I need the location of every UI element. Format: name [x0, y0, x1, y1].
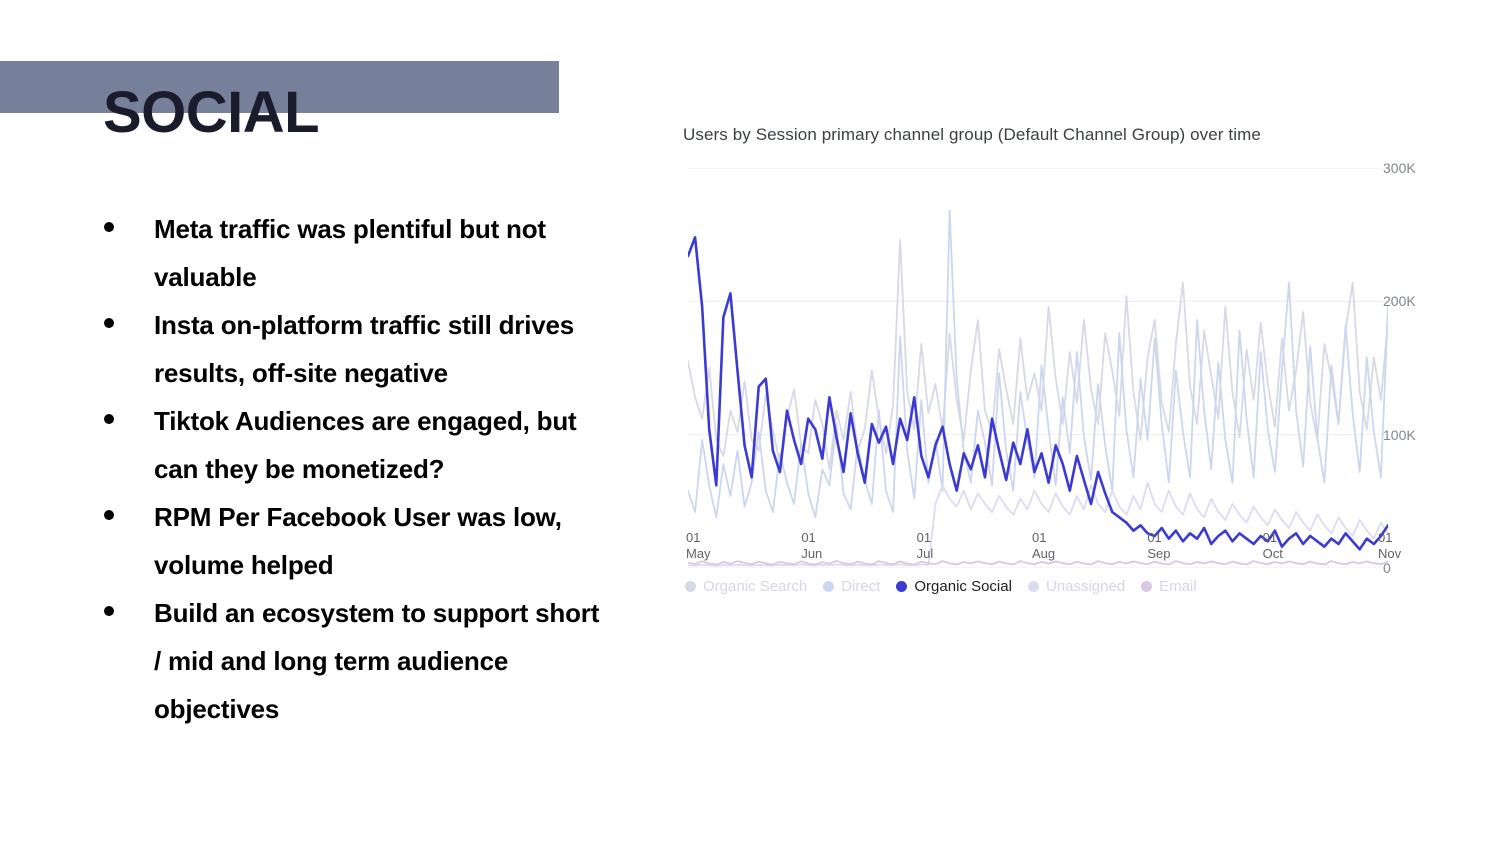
x-axis-tick-month: Jul [916, 546, 934, 561]
x-axis-tick-label: 01 Jul [917, 530, 934, 562]
bullet-list: Meta traffic was plentiful but not valua… [104, 205, 604, 733]
legend-label: Organic Social [914, 578, 1012, 595]
chart-plot-area [688, 168, 1388, 568]
x-axis-tick-day: 01 [916, 530, 932, 545]
x-axis-tick-day: 01 [686, 530, 701, 545]
bullet-dot-icon [104, 414, 114, 424]
legend-swatch-icon [823, 581, 835, 592]
x-axis-tick-label: 01 Sep [1147, 530, 1170, 562]
legend-item-unassigned[interactable]: Unassigned [1027, 578, 1126, 595]
x-axis-tick-month: Oct [1262, 546, 1283, 561]
chart-title: Users by Session primary channel group (… [683, 125, 1261, 144]
chart-x-axis: 01 May 01 Jun 01 Jul 01 Aug 01 Sep 01 Oct 01 Nov [686, 530, 1401, 576]
legend-item-email[interactable]: Email [1141, 578, 1197, 595]
x-axis-tick-day: 01 [1378, 530, 1393, 545]
x-axis-tick-month: Nov [1378, 546, 1402, 561]
bullet-dot-icon [104, 510, 114, 520]
bullet-text: Tiktok Audiences are engaged, but can th… [154, 406, 577, 484]
y-axis-tick-label: 100K [1383, 426, 1416, 443]
x-axis-tick-day: 01 [801, 530, 816, 545]
list-item: Tiktok Audiences are engaged, but can th… [104, 397, 604, 493]
list-item: Meta traffic was plentiful but not valua… [104, 205, 604, 301]
legend-item-organic-search[interactable]: Organic Search [685, 578, 807, 595]
page-title: SOCIAL [103, 80, 320, 145]
y-axis-tick-label: 200K [1383, 293, 1416, 310]
chart-series-layer [688, 209, 1388, 567]
x-axis-tick-month: Jun [801, 546, 823, 561]
x-axis-tick-label: 01 Oct [1263, 530, 1283, 562]
chart-y-axis: 0 100K 200K 300K [1375, 160, 1435, 576]
legend-label: Unassigned [1045, 578, 1126, 595]
bullet-dot-icon [104, 318, 114, 328]
x-axis-tick-day: 01 [1262, 530, 1278, 545]
bullet-text: RPM Per Facebook User was low, volume he… [154, 502, 562, 580]
slide-root: SOCIAL Meta traffic was plentiful but no… [0, 0, 1500, 844]
x-axis-tick-month: Aug [1032, 546, 1056, 561]
bullet-dot-icon [104, 222, 114, 232]
x-axis-tick-label: 01 Aug [1032, 530, 1055, 562]
legend-label: Direct [841, 578, 881, 595]
timeseries-chart-svg [688, 168, 1388, 568]
list-item: Build an ecosystem to support short / mi… [104, 589, 604, 733]
chart-panel: Users by Session primary channel group (… [675, 118, 1435, 608]
x-axis-tick-month: Sep [1147, 546, 1171, 561]
chart-legend: Organic Search Direct Organic Social Unassi… [685, 578, 1213, 595]
legend-swatch-icon [685, 581, 696, 592]
x-axis-tick-label: 01 Nov [1378, 530, 1401, 562]
x-axis-tick-label: 01 Jun [801, 530, 822, 562]
bullet-text: Build an ecosystem to support short / mi… [154, 598, 600, 724]
chart-line-direct [688, 209, 1388, 519]
bullet-dot-icon [104, 606, 114, 616]
x-axis-tick-label: 01 May [686, 530, 711, 562]
x-axis-tick-month: May [686, 546, 711, 561]
x-axis-tick-day: 01 [1032, 530, 1047, 545]
bullet-text: Insta on-platform traffic still drives r… [154, 310, 575, 388]
x-axis-tick-day: 01 [1147, 530, 1162, 545]
legend-item-direct[interactable]: Direct [823, 578, 880, 595]
y-axis-tick-label: 300K [1383, 160, 1416, 176]
legend-label: Email [1159, 578, 1197, 595]
legend-item-organic-social[interactable]: Organic Social [896, 578, 1012, 595]
legend-label: Organic Search [703, 578, 808, 595]
list-item: Insta on-platform traffic still drives r… [104, 301, 604, 397]
bullet-text: Meta traffic was plentiful but not valua… [154, 214, 546, 292]
legend-swatch-icon [896, 581, 908, 592]
legend-swatch-icon [1141, 581, 1153, 592]
list-item: RPM Per Facebook User was low, volume he… [104, 493, 604, 589]
legend-swatch-icon [1027, 581, 1039, 592]
